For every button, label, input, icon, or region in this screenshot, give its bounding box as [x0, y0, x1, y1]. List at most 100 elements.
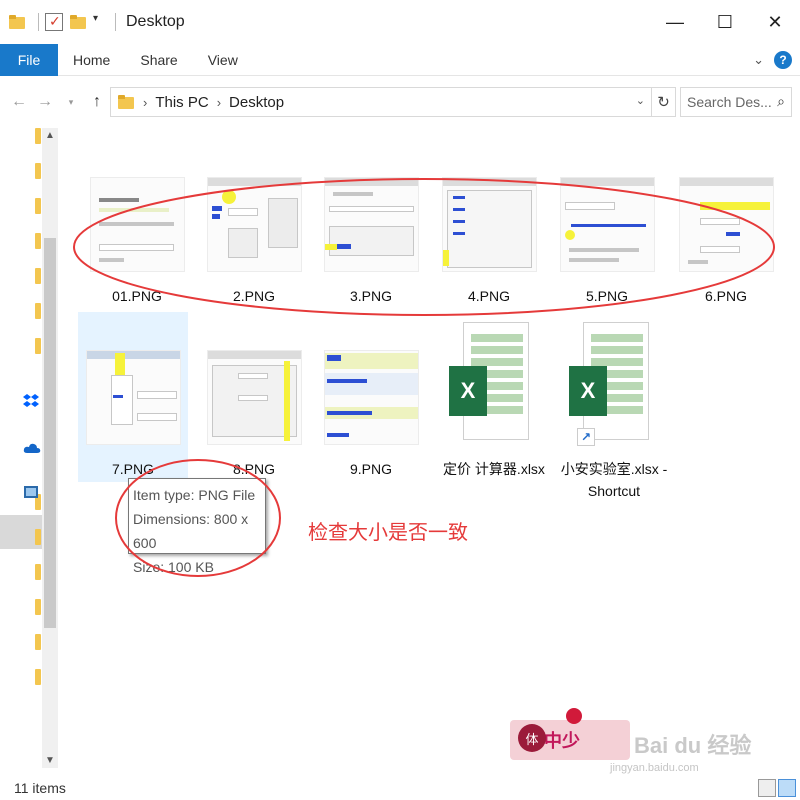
nav-folder-list: [35, 128, 41, 704]
file-name: 5.PNG: [585, 288, 628, 304]
nav-folder-icon[interactable]: [35, 268, 41, 284]
window-controls: — ☐ ✕: [650, 0, 800, 44]
png-thumbnail: [90, 177, 185, 272]
nav-folder-icon[interactable]: [35, 338, 41, 354]
nav-folder-icon[interactable]: [35, 233, 41, 249]
file-item-2[interactable]: 2.PNG: [199, 128, 309, 304]
breadcrumb-this-pc[interactable]: This PC: [155, 94, 208, 111]
recent-locations-icon[interactable]: ▾: [58, 97, 84, 108]
shortcut-arrow-icon: ↗: [577, 428, 595, 446]
tab-share[interactable]: Share: [125, 44, 192, 76]
nav-folder-icon[interactable]: [35, 634, 41, 650]
large-icons-view-icon[interactable]: [778, 779, 796, 797]
nav-folder-icon[interactable]: [35, 303, 41, 319]
file-item-9[interactable]: 9.PNG: [316, 312, 426, 482]
file-name: 9.PNG: [349, 461, 392, 477]
this-pc-icon[interactable]: [24, 486, 38, 498]
search-input[interactable]: Search Des... ⌕: [680, 87, 792, 117]
breadcrumb-separator: ›: [216, 94, 222, 110]
file-name: 01.PNG: [112, 288, 162, 304]
file-item-xlsx-shortcut[interactable]: X ↗ 小安实验室.xlsx - Shortcut: [554, 312, 674, 499]
title-bar: ▾ Desktop — ☐ ✕: [0, 0, 800, 44]
address-dropdown-icon[interactable]: ⌄: [636, 94, 645, 107]
file-item-5[interactable]: 5.PNG: [552, 128, 662, 304]
file-item-4[interactable]: 4.PNG: [434, 128, 544, 304]
file-item-xlsx[interactable]: X 定价 计算器.xlsx: [434, 312, 554, 482]
scrollbar-thumb[interactable]: [44, 238, 56, 628]
png-thumbnail: [207, 177, 302, 272]
png-thumbnail: [442, 177, 537, 272]
location-folder-icon: [117, 93, 135, 111]
nav-folder-icon[interactable]: [35, 163, 41, 179]
nav-scrollbar[interactable]: ▲ ▼: [42, 128, 58, 768]
search-placeholder: Search Des...: [687, 94, 772, 110]
maximize-button[interactable]: ☐: [700, 0, 750, 44]
png-thumbnail: [324, 350, 419, 445]
file-item-3[interactable]: 3.PNG: [316, 128, 426, 304]
nav-folder-icon[interactable]: [35, 198, 41, 214]
chevron-down-icon[interactable]: ▾: [93, 13, 103, 31]
file-info-tooltip: Item type: PNG File Dimensions: 800 x 60…: [128, 478, 266, 575]
back-arrow-icon[interactable]: ←: [6, 93, 32, 111]
file-name: 小安实验室.xlsx - Shortcut: [560, 461, 668, 499]
png-thumbnail: [86, 350, 181, 445]
file-list: 01.PNG 2.PNG 3.PNG 4.PNG 5.PNG 6.PNG 7.P…: [62, 128, 796, 768]
help-icon[interactable]: ?: [774, 51, 792, 69]
nav-folder-icon[interactable]: [35, 599, 41, 615]
file-name: 2.PNG: [232, 288, 275, 304]
file-name: 定价 计算器.xlsx: [443, 461, 545, 477]
nav-folder-icon[interactable]: [35, 669, 41, 685]
scroll-down-icon[interactable]: ▼: [45, 755, 55, 766]
png-thumbnail: [207, 350, 302, 445]
window-title: Desktop: [126, 13, 185, 30]
rose-icon: [566, 708, 582, 724]
file-item-7[interactable]: 7.PNG: [78, 312, 188, 482]
watermark-seal: 体: [518, 724, 546, 752]
refresh-icon: ↻: [657, 94, 670, 111]
file-name: 8.PNG: [232, 461, 275, 477]
minimize-button[interactable]: —: [650, 0, 700, 44]
file-name: 6.PNG: [704, 288, 747, 304]
file-name: 3.PNG: [349, 288, 392, 304]
quick-access-toolbar: ▾: [8, 13, 116, 31]
address-bar[interactable]: › This PC › Desktop ⌄: [110, 87, 652, 117]
nav-folder-icon[interactable]: [35, 529, 41, 545]
forward-arrow-icon[interactable]: →: [32, 93, 58, 111]
folder-icon[interactable]: [8, 13, 26, 31]
tooltip-dimensions: Dimensions: 800 x 600: [133, 511, 249, 551]
breadcrumb-separator: ›: [143, 94, 148, 110]
file-item-6[interactable]: 6.PNG: [671, 128, 781, 304]
up-arrow-icon[interactable]: ↑: [84, 93, 110, 111]
new-folder-icon[interactable]: [69, 13, 87, 31]
refresh-button[interactable]: ↻: [652, 87, 676, 117]
breadcrumb-desktop[interactable]: Desktop: [229, 94, 284, 111]
expand-ribbon-icon[interactable]: ⌄: [753, 52, 764, 68]
file-name: 7.PNG: [111, 461, 154, 477]
tab-view[interactable]: View: [193, 44, 253, 76]
nav-folder-icon[interactable]: [35, 564, 41, 580]
dropbox-icon[interactable]: [23, 393, 39, 409]
navigation-bar: ← → ▾ ↑ › This PC › Desktop ⌄ ↻ Search D…: [0, 80, 800, 124]
toolbar-divider: [38, 13, 39, 31]
tooltip-size: Size: 100 KB: [133, 559, 214, 575]
properties-icon[interactable]: [45, 13, 63, 31]
navigation-pane: ▲ ▼: [0, 128, 58, 768]
toolbar-divider: [115, 13, 116, 31]
file-item-8[interactable]: 8.PNG: [199, 312, 309, 482]
excel-file-icon: X ↗: [569, 322, 649, 446]
tab-file[interactable]: File: [0, 43, 58, 76]
file-item-01[interactable]: 01.PNG: [82, 128, 192, 304]
file-name: 4.PNG: [467, 288, 510, 304]
close-button[interactable]: ✕: [750, 0, 800, 44]
tab-home[interactable]: Home: [58, 44, 125, 76]
nav-folder-icon[interactable]: [35, 128, 41, 144]
png-thumbnail: [560, 177, 655, 272]
excel-file-icon: X: [449, 322, 529, 442]
annotation-text: 检查大小是否一致: [308, 522, 468, 544]
onedrive-icon[interactable]: [23, 442, 41, 454]
png-thumbnail: [324, 177, 419, 272]
item-count: 11 items: [14, 780, 66, 796]
scroll-up-icon[interactable]: ▲: [45, 130, 55, 141]
watermark-badge-text: 中少: [544, 731, 580, 751]
watermark: 中少 体 Bai du 经验 jingyan.baidu.com: [510, 708, 770, 788]
